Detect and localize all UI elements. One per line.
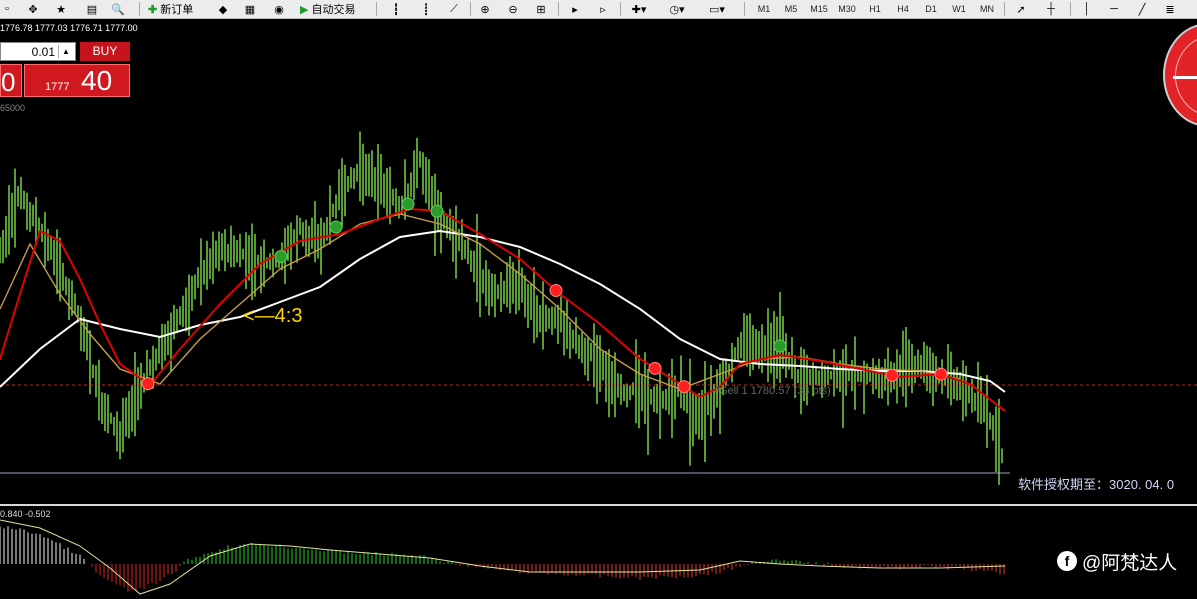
red-signal-marker xyxy=(648,361,662,375)
green-signal-marker xyxy=(274,250,288,263)
red-signal-marker xyxy=(885,368,899,382)
timeframe-m1[interactable]: M1 xyxy=(751,0,777,18)
zoom-in-icon[interactable]: ⊕ xyxy=(477,0,493,18)
watermark: f @阿梵达人 xyxy=(1057,548,1177,574)
favorites-icon[interactable]: ★ xyxy=(53,0,69,18)
buy-price-small: 1777 xyxy=(45,81,70,93)
timeframe-w1[interactable]: W1 xyxy=(946,0,972,18)
candle-chart-icon[interactable]: ┋ xyxy=(419,0,433,18)
buy-price-big: 40 xyxy=(81,65,113,96)
terminal-icon[interactable]: ▦ xyxy=(243,0,257,18)
volume-label: 65000 xyxy=(0,103,26,113)
auto-trading-label: 自动交易 xyxy=(311,4,356,16)
new-order-icon: ✚ xyxy=(148,3,158,16)
oscillator-label: 0.840 -0.502 xyxy=(0,509,51,519)
red-signal-marker xyxy=(677,380,691,394)
vertical-line-icon[interactable]: │ xyxy=(1079,0,1095,18)
auto-trading-icon: ▶ xyxy=(300,3,309,16)
bar-chart-icon[interactable]: ┇ xyxy=(389,0,403,18)
license-text: 软件授权期至：3020. 04. 0 xyxy=(1018,477,1175,492)
red-signal-marker xyxy=(934,367,948,381)
green-signal-marker xyxy=(401,197,415,211)
cursor-icon[interactable]: ➚ xyxy=(1014,0,1028,18)
price-chart[interactable] xyxy=(0,19,1197,504)
oscillator-panel[interactable] xyxy=(0,506,1197,599)
horizontal-line-icon[interactable]: ─ xyxy=(1106,0,1122,18)
globe-icon[interactable]: ◉ xyxy=(272,0,286,18)
scroll-chart-icon[interactable]: ▸ xyxy=(568,0,582,18)
red-signal-marker xyxy=(141,377,155,391)
timeframe-m30[interactable]: M30 xyxy=(834,0,860,18)
tester-icon[interactable]: 🔍 xyxy=(111,0,125,18)
timeframe-mn[interactable]: MN xyxy=(974,0,1000,18)
navigator-icon[interactable]: ▤ xyxy=(85,0,99,18)
buy-price-button[interactable]: 1777 40 xyxy=(24,64,130,97)
templates-icon[interactable]: ▭▾ xyxy=(704,0,730,18)
quote-line: 1776.78 1777.03 1776.71 1777.00 xyxy=(0,23,138,33)
sell-price-digits: 0 xyxy=(1,67,16,97)
trendline-icon[interactable]: ╱ xyxy=(1134,0,1150,18)
red-signal-marker xyxy=(549,284,563,297)
chart-shift-icon[interactable]: ▹ xyxy=(596,0,610,18)
periods-icon[interactable]: ◷▾ xyxy=(666,0,688,18)
new-order-label: 新订单 xyxy=(160,4,194,16)
timeframe-m5[interactable]: M5 xyxy=(778,0,804,18)
toolbar-icon-1[interactable]: ▫ xyxy=(0,0,14,18)
green-signal-marker xyxy=(773,339,787,353)
indicators-icon[interactable]: ✚▾ xyxy=(628,0,650,18)
new-order-button[interactable]: ✚ 新订单 xyxy=(148,0,193,18)
timeframe-m15[interactable]: M15 xyxy=(806,0,832,18)
watermark-logo-icon: f xyxy=(1057,551,1077,571)
metaeditor-icon[interactable]: ◆ xyxy=(216,0,230,18)
oscillator-signal-line xyxy=(0,519,1006,595)
timeframe-h1[interactable]: H1 xyxy=(862,0,888,18)
fibonacci-icon[interactable]: ≣ xyxy=(1162,0,1178,18)
line-chart-icon[interactable]: ⟋ xyxy=(447,0,461,18)
lot-size-value: 0.01 xyxy=(31,45,55,59)
timeframe-h4[interactable]: H4 xyxy=(890,0,916,18)
sell-order-label: #Sell 1 1780.57 (33 pts) xyxy=(714,385,831,397)
buy-button-label[interactable]: BUY xyxy=(80,42,130,61)
green-signal-marker xyxy=(430,204,444,218)
watermark-text: @阿梵达人 xyxy=(1082,552,1178,574)
zoom-out-icon[interactable]: ⊖ xyxy=(505,0,521,18)
lot-size-field[interactable]: 0.01 ▲ xyxy=(0,42,76,61)
clock-hand xyxy=(1173,76,1197,79)
tile-windows-icon[interactable]: ⊞ xyxy=(533,0,549,18)
oscillator-histogram xyxy=(0,526,1005,592)
sell-price-button[interactable]: 0 xyxy=(0,64,22,97)
crosshair-tool-icon[interactable]: ┼ xyxy=(1043,0,1059,18)
toolbar: ▫ ✥ ★ ▤ 🔍 ✚ 新订单 ◆ ▦ ◉ ▶ 自动交易 ┇ ┋ ⟋ ⊕ ⊖ ⊞… xyxy=(0,0,1197,19)
lot-up-arrow-icon[interactable]: ▲ xyxy=(58,45,73,58)
ratio-annotation: <—4:3 xyxy=(243,305,303,327)
crosshair-icon[interactable]: ✥ xyxy=(26,0,40,18)
price-bars xyxy=(0,131,1003,485)
auto-trading-button[interactable]: ▶ 自动交易 xyxy=(300,0,355,18)
green-signal-marker xyxy=(329,220,343,234)
timeframe-d1[interactable]: D1 xyxy=(918,0,944,18)
